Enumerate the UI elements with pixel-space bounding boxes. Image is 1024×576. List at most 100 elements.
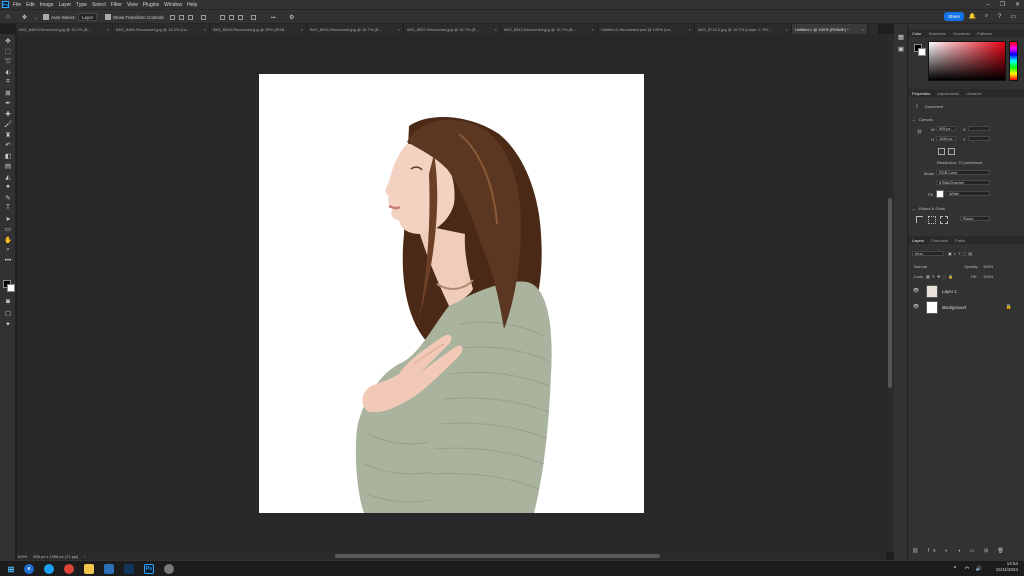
horizontal-scroll-thumb[interactable] bbox=[335, 554, 660, 558]
blur-tool-icon[interactable]: ◭ bbox=[3, 172, 13, 181]
bell-icon[interactable]: 🔔 bbox=[969, 13, 976, 20]
history-panel-icon[interactable]: ▦ bbox=[896, 32, 906, 41]
tab-gradients[interactable]: Gradients bbox=[953, 31, 970, 36]
align-top-icon[interactable] bbox=[201, 14, 206, 20]
lock-icons[interactable]: ▦✎✥⬚🔒 bbox=[926, 274, 955, 279]
lock-icon[interactable]: 🔒 bbox=[1006, 304, 1012, 310]
chrome-icon[interactable] bbox=[64, 564, 74, 574]
panel-background-swatch[interactable] bbox=[918, 48, 926, 56]
fill-swatch[interactable] bbox=[936, 190, 944, 198]
minimize-icon[interactable]: – bbox=[986, 2, 989, 8]
quick-mask-icon[interactable]: ◙ bbox=[3, 297, 13, 306]
tab-color[interactable]: Color bbox=[912, 31, 922, 36]
lasso-tool-icon[interactable]: ➰ bbox=[3, 56, 13, 65]
distribute-center-icon[interactable] bbox=[229, 14, 234, 20]
guides-icon[interactable] bbox=[940, 216, 948, 224]
close-icon[interactable]: × bbox=[862, 27, 864, 32]
x-field[interactable] bbox=[968, 126, 990, 131]
close-icon[interactable]: × bbox=[107, 27, 109, 32]
file-explorer-icon[interactable] bbox=[84, 564, 94, 574]
tab-document[interactable]: IMG_8714-2.jpg @ 16.7% (Layer 1, RG... × bbox=[695, 24, 792, 34]
healing-brush-icon[interactable]: ✚ bbox=[3, 109, 13, 118]
menu-window[interactable]: Window bbox=[164, 2, 182, 8]
chevron-down-icon[interactable]: ⌄ bbox=[34, 13, 37, 21]
menu-type[interactable]: Type bbox=[76, 2, 87, 8]
frame-tool-icon[interactable]: ⊠ bbox=[3, 88, 13, 97]
tab-document[interactable]: IMG_8485-Recovered.jpg @ 13.2% (La... × bbox=[113, 24, 210, 34]
eyedropper-tool-icon[interactable]: ✒ bbox=[3, 98, 13, 107]
menu-help[interactable]: Help bbox=[187, 2, 197, 8]
distribute-left-icon[interactable] bbox=[220, 14, 225, 20]
chevron-down-icon[interactable]: ⌄ bbox=[912, 117, 915, 122]
document-canvas[interactable] bbox=[259, 74, 644, 513]
wifi-icon[interactable]: ◠ bbox=[962, 564, 972, 574]
link-icon[interactable]: ⛓ bbox=[917, 129, 922, 134]
app-icon[interactable] bbox=[124, 564, 134, 574]
close-icon[interactable]: × bbox=[301, 27, 303, 32]
type-tool-icon[interactable]: T bbox=[3, 203, 13, 212]
menu-filter[interactable]: Filter bbox=[111, 2, 122, 8]
tab-document[interactable]: IMG_8537-Recovered.jpg @ 16.7% (B... × bbox=[404, 24, 501, 34]
eraser-tool-icon[interactable]: ◧ bbox=[3, 151, 13, 160]
layer-row[interactable]: 👁 Layer 1 bbox=[908, 283, 1016, 299]
chevron-down-icon[interactable]: ⌄ bbox=[912, 206, 915, 211]
brush-tool-icon[interactable]: 🖌 bbox=[3, 119, 13, 128]
transform-controls-checkbox[interactable]: Show Transform Controls bbox=[105, 13, 164, 21]
menu-layer[interactable]: Layer bbox=[59, 2, 72, 8]
volume-icon[interactable]: 🔊 bbox=[974, 564, 984, 574]
layer-filter-kind[interactable]: Kind bbox=[912, 251, 944, 256]
gear-icon[interactable]: ⚙ bbox=[289, 13, 294, 21]
landscape-orientation-icon[interactable] bbox=[948, 148, 955, 155]
auto-select-checkbox[interactable]: Auto-Select: bbox=[43, 13, 76, 21]
y-field[interactable] bbox=[968, 136, 990, 141]
tab-layers[interactable]: Layers bbox=[912, 238, 924, 243]
mode-dropdown[interactable]: RGB Color bbox=[936, 170, 990, 175]
dodge-tool-icon[interactable]: ● bbox=[3, 182, 13, 191]
object-select-tool-icon[interactable]: ⬖ bbox=[3, 67, 13, 76]
tab-document[interactable]: Untitled-2-Recovered.psd @ 100% (La... × bbox=[598, 24, 695, 34]
fill-opacity-value[interactable]: 100% bbox=[983, 274, 993, 279]
move-tool-icon[interactable]: ✥ bbox=[3, 36, 13, 45]
menu-image[interactable]: Image bbox=[40, 2, 54, 8]
grid-icon[interactable] bbox=[928, 216, 936, 224]
tab-document[interactable]: IMG_8483-Recovered.jpg @ 13.2% (B... × bbox=[16, 24, 113, 34]
close-icon[interactable]: × bbox=[495, 27, 497, 32]
edit-toolbar-icon[interactable]: ••• bbox=[3, 256, 13, 265]
vertical-scroll-thumb[interactable] bbox=[888, 198, 892, 388]
tab-libraries[interactable]: Libraries bbox=[966, 91, 981, 96]
zoom-level[interactable]: 100% bbox=[17, 554, 27, 559]
tab-properties[interactable]: Properties bbox=[912, 91, 930, 96]
close-icon[interactable]: × bbox=[592, 27, 594, 32]
eye-icon[interactable]: 👁 bbox=[912, 288, 920, 294]
share-button[interactable]: Share bbox=[944, 12, 964, 21]
tab-channels[interactable]: Channels bbox=[931, 238, 948, 243]
bit-depth-dropdown[interactable]: 8 Bits/Channel bbox=[936, 180, 990, 185]
color-field[interactable] bbox=[928, 41, 1006, 81]
marquee-tool-icon[interactable]: ⬚ bbox=[3, 46, 13, 55]
align-left-icon[interactable] bbox=[170, 14, 175, 20]
units-dropdown[interactable]: Pixels bbox=[960, 216, 990, 221]
close-icon[interactable]: × bbox=[398, 27, 400, 32]
app-icon[interactable] bbox=[164, 564, 174, 574]
ruler-icon[interactable] bbox=[916, 216, 923, 223]
tab-patterns[interactable]: Patterns bbox=[977, 31, 992, 36]
opacity-value[interactable]: 100% bbox=[983, 264, 993, 269]
system-clock[interactable]: 14:54 15/11/2024 bbox=[996, 561, 1018, 573]
rectangle-tool-icon[interactable]: ▭ bbox=[3, 224, 13, 233]
menu-select[interactable]: Select bbox=[92, 2, 106, 8]
tab-adjustments[interactable]: Adjustments bbox=[937, 91, 959, 96]
search-icon[interactable]: ⌕ bbox=[983, 13, 990, 20]
pen-tool-icon[interactable]: ✎ bbox=[3, 193, 13, 202]
layer-action-icons[interactable]: ⛓ fx ◐ ◑ ▭ ⊞ 🗑 bbox=[912, 548, 1008, 554]
close-icon[interactable]: × bbox=[786, 27, 788, 32]
generative-icon[interactable]: ✦ bbox=[3, 319, 13, 328]
tab-document[interactable]: IMG_8534-Recovered.jpg @ 16.7% (B... × bbox=[307, 24, 404, 34]
height-field[interactable]: 1098 px bbox=[936, 136, 956, 141]
tab-swatches[interactable]: Swatches bbox=[929, 31, 946, 36]
close-icon[interactable]: × bbox=[689, 27, 691, 32]
workspace-icon[interactable]: ▭ bbox=[1010, 13, 1017, 20]
app-icon[interactable] bbox=[104, 564, 114, 574]
hue-slider[interactable] bbox=[1009, 41, 1018, 81]
crop-tool-icon[interactable]: ⌗ bbox=[3, 77, 13, 86]
close-icon[interactable]: ✕ bbox=[1015, 1, 1020, 8]
